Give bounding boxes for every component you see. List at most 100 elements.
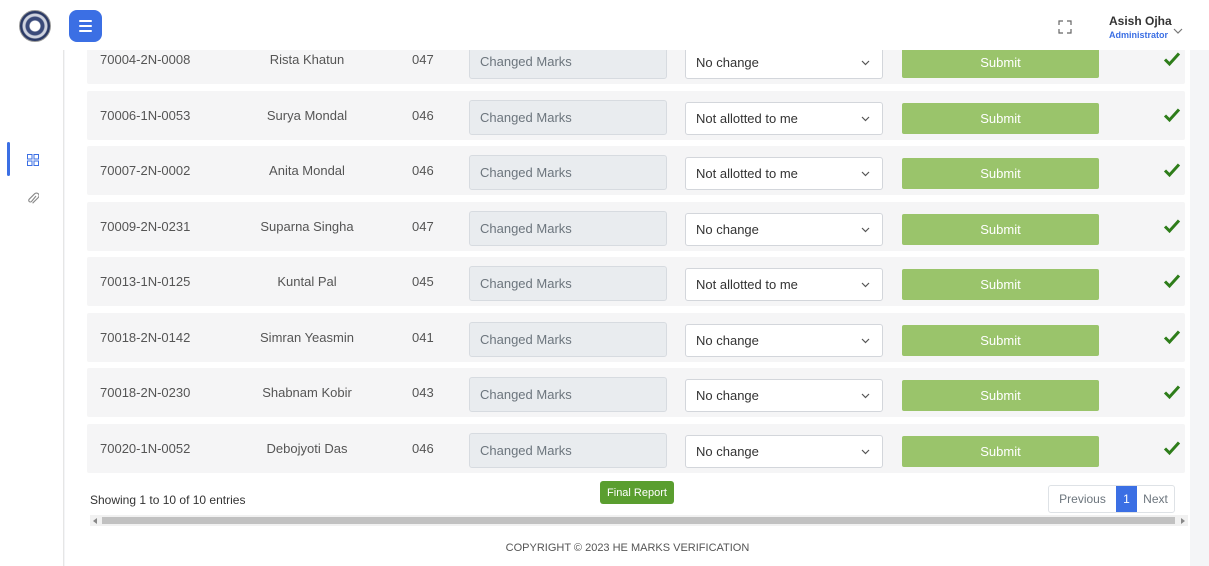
roll-number: 70004-2N-0008 xyxy=(100,52,191,67)
chevron-down-icon xyxy=(861,393,870,399)
menu-icon xyxy=(79,20,92,22)
submit-button[interactable]: Submit xyxy=(902,50,1099,78)
chevron-down-icon xyxy=(861,227,870,232)
scroll-left-arrow-icon[interactable] xyxy=(93,518,97,524)
scrollbar-thumb[interactable] xyxy=(102,517,1175,524)
status-select-value: No change xyxy=(696,55,759,70)
dashboard-grid-icon[interactable] xyxy=(27,154,39,166)
subject-code: 043 xyxy=(412,385,434,400)
changed-marks-input[interactable]: Changed Marks xyxy=(469,377,667,412)
status-select-value: No change xyxy=(696,443,759,459)
submit-button[interactable]: Submit xyxy=(902,102,1099,134)
subject-code: 047 xyxy=(412,218,434,234)
changed-marks-input[interactable]: Changed Marks xyxy=(469,50,667,79)
chevron-down-icon xyxy=(861,171,870,177)
roll-number: 70020-1N-0052 xyxy=(100,440,191,456)
chevron-down-icon xyxy=(861,116,870,121)
submit-button[interactable]: Submit xyxy=(902,213,1099,245)
submit-button[interactable]: Submit xyxy=(902,158,1099,189)
verification-table: 70004-2N-0008 Rista Khatun 047 Changed Mark… xyxy=(65,50,1190,530)
status-select[interactable]: No change xyxy=(685,323,883,357)
status-select-value: No change xyxy=(696,221,759,237)
final-report-button[interactable]: Final Report xyxy=(600,481,674,504)
status-select-value: Not allotted to me xyxy=(696,110,798,126)
roll-number: 70013-1N-0125 xyxy=(100,274,191,289)
table-row: 70006-1N-0053 Surya Mondal 046 Changed Mark… xyxy=(87,90,1185,140)
student-name: Debojyoti Das xyxy=(266,440,348,456)
top-bar: Asish Ojha Administrator xyxy=(0,0,1209,50)
roll-number: 70018-2N-0230 xyxy=(100,385,191,400)
changed-marks-input[interactable]: Changed Marks xyxy=(469,155,667,190)
sidebar-active-indicator xyxy=(7,142,10,176)
changed-marks-input[interactable]: Changed Marks xyxy=(469,266,667,301)
copyright-text: COPYRIGHT © 2023 HE MARKS VERIFICATION xyxy=(505,542,750,554)
roll-number: 70009-2N-0231 xyxy=(100,218,191,234)
student-name: Shabnam Kobir xyxy=(262,385,352,400)
previous-page-button[interactable]: Previous xyxy=(1049,486,1116,512)
status-select[interactable]: No change xyxy=(685,434,883,468)
table-row: 70007-2N-0002 Anita Mondal 046 Changed Mark… xyxy=(87,146,1185,195)
check-icon xyxy=(1163,163,1181,178)
subject-code: 046 xyxy=(412,440,434,456)
user-name: Asish Ojha xyxy=(1109,14,1172,28)
check-icon xyxy=(1163,52,1181,67)
pagination: Previous 1 Next xyxy=(1048,485,1175,513)
paperclip-icon[interactable] xyxy=(27,192,39,206)
menu-toggle-button[interactable] xyxy=(69,10,102,42)
horizontal-scrollbar[interactable] xyxy=(90,515,1188,526)
table-row: 70018-2N-0230 Shabnam Kobir 043 Changed Mar… xyxy=(87,368,1185,417)
status-select[interactable]: Not allotted to me xyxy=(685,101,883,135)
logo[interactable] xyxy=(19,10,51,42)
student-name: Surya Mondal xyxy=(266,107,348,123)
changed-marks-input[interactable]: Changed Marks xyxy=(469,99,667,135)
student-name: Kuntal Pal xyxy=(277,274,337,289)
scroll-right-arrow-icon[interactable] xyxy=(1181,518,1185,524)
submit-button[interactable]: Submit xyxy=(902,324,1099,356)
check-icon xyxy=(1163,440,1181,455)
student-name: Rista Khatun xyxy=(269,52,345,67)
status-select[interactable]: Not allotted to me xyxy=(685,268,883,301)
changed-marks-input[interactable]: Changed Marks xyxy=(469,321,667,357)
next-page-button[interactable]: Next xyxy=(1137,486,1174,512)
chevron-down-icon[interactable] xyxy=(1172,27,1184,35)
subject-code: 046 xyxy=(412,163,434,178)
check-icon xyxy=(1163,107,1181,122)
student-name: Simran Yeasmin xyxy=(260,329,354,345)
chevron-down-icon xyxy=(861,449,870,454)
submit-button[interactable]: Submit xyxy=(902,435,1099,467)
subject-code: 045 xyxy=(412,274,434,289)
chevron-down-icon xyxy=(861,60,870,66)
student-name: Anita Mondal xyxy=(269,163,345,178)
chevron-down-icon xyxy=(861,338,870,343)
status-select-value: No change xyxy=(696,388,759,403)
check-icon xyxy=(1163,274,1181,289)
footer: COPYRIGHT © 2023 HE MARKS VERIFICATION xyxy=(65,530,1190,566)
sidebar xyxy=(0,50,64,566)
status-select-value: Not allotted to me xyxy=(696,166,798,181)
table-row: 70013-1N-0125 Kuntal Pal 045 Changed Marks N… xyxy=(87,257,1185,306)
changed-marks-input[interactable]: Changed Marks xyxy=(469,210,667,246)
status-select[interactable]: No change xyxy=(685,212,883,246)
table-row: 70018-2N-0142 Simran Yeasmin 041 Changed Ma… xyxy=(87,312,1185,362)
table-row: 70009-2N-0231 Suparna Singha 047 Changed Ma… xyxy=(87,201,1185,251)
check-icon xyxy=(1163,218,1181,233)
status-select-value: No change xyxy=(696,332,759,348)
user-menu[interactable]: Asish Ojha Administrator xyxy=(1109,14,1172,40)
entries-info: Showing 1 to 10 of 10 entries xyxy=(90,493,246,507)
status-select[interactable]: Not allotted to me xyxy=(685,157,883,190)
changed-marks-input[interactable]: Changed Marks xyxy=(469,432,667,468)
check-icon xyxy=(1163,385,1181,400)
fullscreen-icon[interactable] xyxy=(1058,20,1072,34)
submit-button[interactable]: Submit xyxy=(902,380,1099,411)
status-select-value: Not allotted to me xyxy=(696,277,798,292)
user-role: Administrator xyxy=(1109,30,1169,40)
chevron-down-icon xyxy=(861,282,870,288)
roll-number: 70007-2N-0002 xyxy=(100,163,191,178)
page-1-button[interactable]: 1 xyxy=(1116,486,1137,512)
table-row: 70020-1N-0052 Debojyoti Das 046 Changed Mar… xyxy=(87,423,1185,473)
roll-number: 70006-1N-0053 xyxy=(100,107,191,123)
roll-number: 70018-2N-0142 xyxy=(100,329,191,345)
status-select[interactable]: No change xyxy=(685,379,883,412)
status-select[interactable]: No change xyxy=(685,50,883,79)
submit-button[interactable]: Submit xyxy=(902,269,1099,300)
